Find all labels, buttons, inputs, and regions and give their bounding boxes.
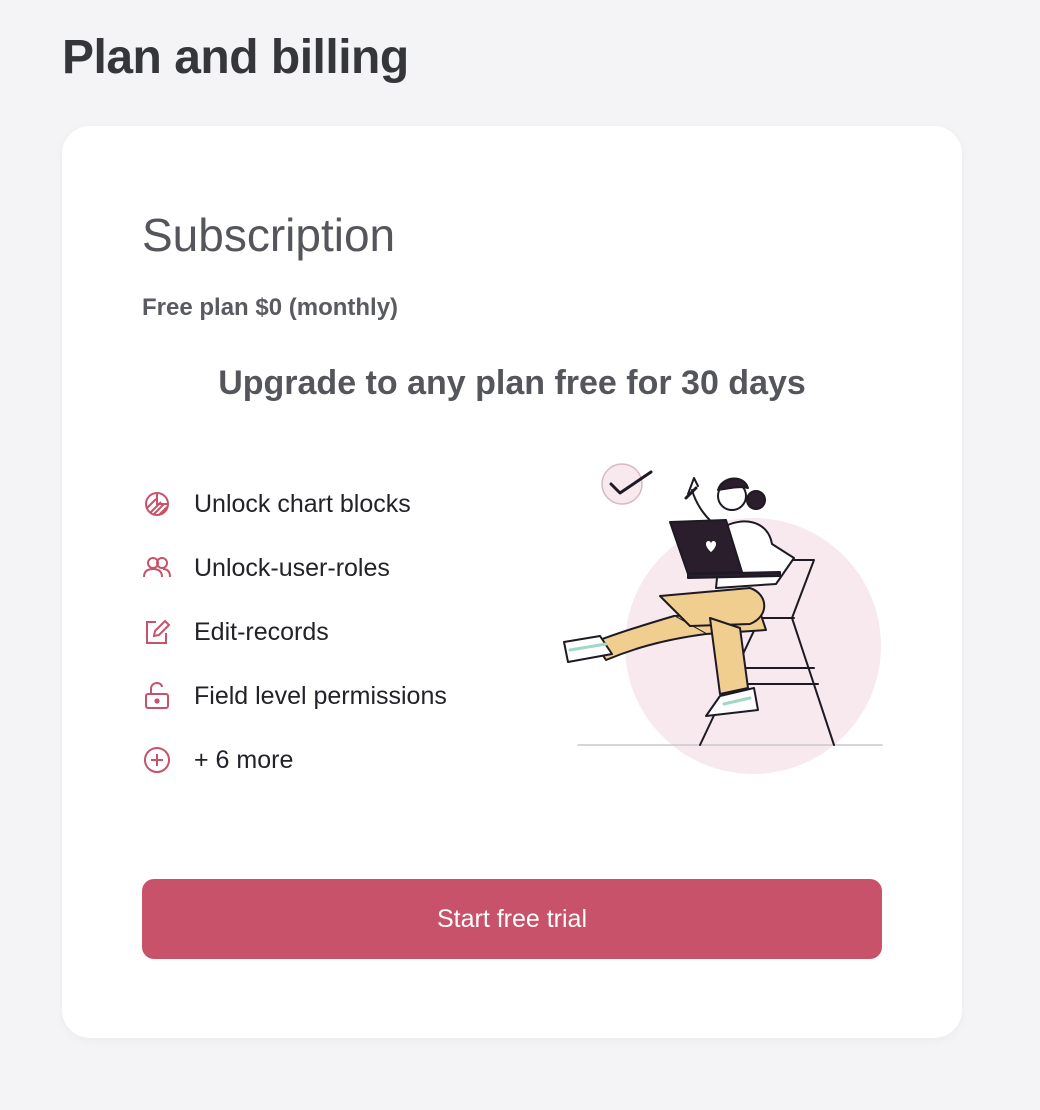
feature-label: Unlock chart blocks bbox=[194, 489, 411, 518]
feature-label: + 6 more bbox=[194, 745, 294, 774]
woman-with-laptop-illustration bbox=[510, 458, 890, 778]
subscription-title: Subscription bbox=[142, 209, 396, 261]
current-plan: Free plan $0 (monthly) bbox=[142, 294, 399, 321]
feature-label: Field level permissions bbox=[194, 681, 447, 710]
plus-circle-icon bbox=[142, 745, 172, 775]
feature-label: Unlock-user-roles bbox=[194, 553, 390, 582]
feature-item-field-permissions: Field level permissions bbox=[142, 664, 447, 728]
upgrade-headline: Upgrade to any plan free for 30 days bbox=[218, 364, 806, 402]
feature-item-chart-blocks: Unlock chart blocks bbox=[142, 472, 447, 536]
feature-list: Unlock chart blocks Unlock-user-roles Ed… bbox=[142, 472, 447, 792]
edit-icon bbox=[142, 617, 172, 647]
unlock-icon bbox=[142, 681, 172, 711]
chart-icon bbox=[142, 489, 172, 519]
feature-item-user-roles: Unlock-user-roles bbox=[142, 536, 447, 600]
subscription-card: Subscription Free plan $0 (monthly) Upgr… bbox=[62, 126, 962, 1038]
page-title: Plan and billing bbox=[62, 31, 409, 84]
users-icon bbox=[142, 553, 172, 583]
feature-item-more: + 6 more bbox=[142, 728, 447, 792]
start-free-trial-button[interactable]: Start free trial bbox=[142, 879, 882, 959]
feature-label: Edit-records bbox=[194, 617, 329, 646]
feature-item-edit-records: Edit-records bbox=[142, 600, 447, 664]
